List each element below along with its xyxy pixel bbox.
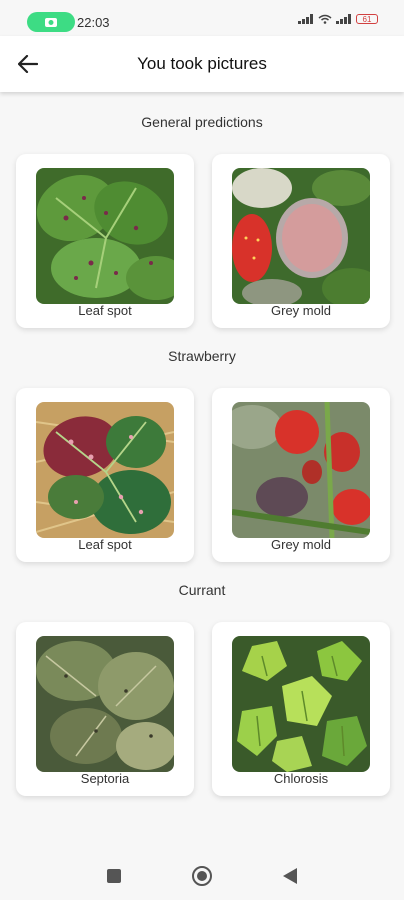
screen-recording-indicator[interactable] — [27, 12, 75, 32]
status-bar: 22:03 61 — [0, 0, 404, 36]
prediction-card-grey-mold[interactable]: Grey mold — [212, 154, 390, 328]
section-title-strawberry: Strawberry — [168, 348, 236, 364]
recent-apps-button[interactable] — [102, 864, 126, 888]
triangle-back-icon — [283, 868, 297, 884]
signal-icon — [336, 14, 351, 24]
app-bar: You took pictures — [0, 36, 404, 92]
signal-icon — [298, 14, 313, 24]
prediction-card-grey-mold[interactable]: Grey mold — [212, 388, 390, 562]
card-label: Grey mold — [271, 537, 331, 552]
card-label: Leaf spot — [78, 537, 132, 552]
card-label: Grey mold — [271, 303, 331, 318]
chlorosis-photo — [232, 636, 370, 772]
system-navigation-bar — [0, 852, 404, 900]
status-time: 22:03 — [77, 15, 110, 30]
prediction-card-chlorosis[interactable]: Chlorosis — [212, 622, 390, 796]
status-icons: 61 — [298, 14, 378, 24]
wifi-icon — [318, 14, 332, 24]
leaf-spot-photo — [36, 402, 174, 538]
section-title-currant: Currant — [178, 582, 226, 598]
circle-icon — [192, 866, 212, 886]
grey-mold-photo — [232, 402, 370, 538]
prediction-card-leaf-spot[interactable]: Leaf spot — [16, 154, 194, 328]
card-label: Leaf spot — [78, 303, 132, 318]
page-title: You took pictures — [137, 54, 267, 73]
battery-icon: 61 — [356, 14, 378, 24]
card-label: Chlorosis — [273, 771, 329, 786]
card-label: Septoria — [80, 771, 130, 786]
grey-mold-photo — [232, 168, 370, 304]
prediction-list: General predictions Leaf spot Grey mold … — [0, 92, 404, 852]
square-icon — [107, 869, 121, 883]
back-navigation-button[interactable] — [278, 864, 302, 888]
camera-icon — [45, 18, 57, 27]
leaf-spot-photo — [36, 168, 174, 304]
prediction-card-leaf-spot[interactable]: Leaf spot — [16, 388, 194, 562]
septoria-photo — [36, 636, 174, 772]
section-title-general: General predictions — [141, 114, 263, 130]
home-button[interactable] — [190, 864, 214, 888]
prediction-card-septoria[interactable]: Septoria — [16, 622, 194, 796]
